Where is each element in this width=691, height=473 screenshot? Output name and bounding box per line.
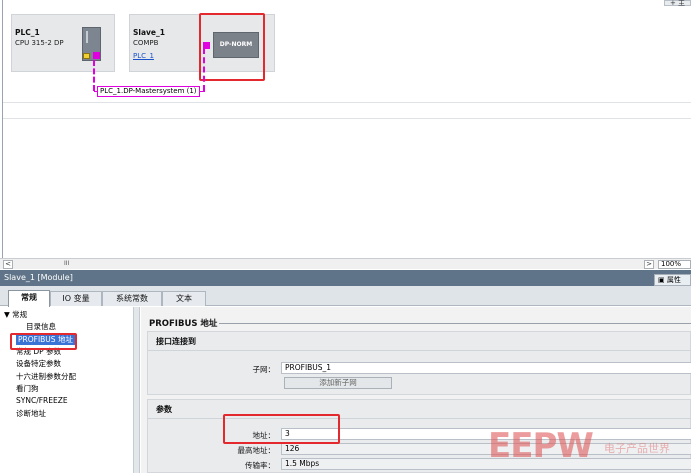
top-right-button[interactable]: + 主	[664, 0, 691, 7]
baud-rate-field: 1.5 Mbps	[281, 458, 691, 470]
properties-label: 属性	[666, 276, 681, 284]
grid-line	[3, 118, 691, 119]
navigation-tree: ▼ 常规 目录信息 PROFIBUS 地址 常规 DP 参数 设备特定参数 十六…	[0, 307, 134, 473]
slave-name: Slave_1	[133, 28, 165, 37]
zoom-select[interactable]: 100%	[658, 260, 691, 269]
mpi-port-icon[interactable]	[83, 53, 90, 59]
tree-item-device-params[interactable]: 设备特定参数	[16, 359, 61, 369]
tree-item-hex-params[interactable]: 十六进制参数分配	[16, 372, 76, 382]
inspector-title: Slave_1 [Module]	[0, 270, 691, 286]
slave-highlight-box	[199, 13, 265, 81]
bus-line-slave	[203, 48, 205, 91]
slave-master-link[interactable]: PLC_1	[133, 52, 154, 60]
tree-scrollbar[interactable]	[134, 307, 140, 473]
dp-master-system-label[interactable]: PLC_1.DP-Mastersystem (1)	[97, 86, 200, 97]
dp-port-icon[interactable]	[93, 52, 100, 59]
add-subnet-button[interactable]: 添加新子网	[284, 377, 392, 389]
tree-item-diag-address[interactable]: 诊断地址	[16, 409, 46, 419]
baud-rate-label: 传输率：	[245, 461, 275, 470]
properties-icon: ▣	[658, 276, 667, 284]
scroll-right-arrow[interactable]: >	[644, 260, 654, 269]
subnet-select[interactable]: PROFIBUS_1	[281, 362, 691, 374]
tab-texts[interactable]: 文本	[162, 291, 206, 306]
grid-line	[3, 102, 691, 103]
properties-tab-button[interactable]: ▣ 属性	[654, 274, 691, 286]
network-view[interactable]: + 主 PLC_1 CPU 315-2 DP Slave_1 COMPB PLC…	[0, 0, 691, 258]
address-highlight-box	[223, 414, 340, 444]
eepw-watermark-logo: EEPW	[488, 426, 594, 466]
tab-general[interactable]: 常规	[8, 290, 50, 307]
section-title: PROFIBUS 地址	[149, 319, 218, 329]
plc-name: PLC_1	[15, 28, 40, 37]
tree-root-general[interactable]: ▼ 常规	[4, 310, 27, 320]
scroll-thumb-grip[interactable]: III	[64, 260, 69, 267]
section-divider	[219, 323, 691, 324]
plc-type: CPU 315-2 DP	[15, 39, 64, 47]
scroll-left-arrow[interactable]: <	[3, 260, 13, 269]
slave-type: COMPB	[133, 39, 159, 47]
tree-item-catalog[interactable]: 目录信息	[26, 322, 56, 332]
address-input[interactable]: 3	[281, 428, 691, 440]
max-address-label: 最高地址：	[237, 446, 276, 455]
eepw-watermark-tagline: 电子产品世界	[604, 442, 670, 455]
parameters-title: 参数	[156, 405, 172, 414]
tree-item-sync-freeze[interactable]: SYNC/FREEZE	[16, 396, 68, 406]
tab-system-constants[interactable]: 系统常数	[102, 291, 162, 306]
interface-panel: 接口连接到 子网： PROFIBUS_1 添加新子网	[147, 331, 691, 395]
horizontal-scrollbar[interactable]: < III > 100%	[0, 258, 691, 269]
subnet-label: 子网：	[252, 365, 276, 374]
tree-item-watchdog[interactable]: 看门狗	[16, 384, 39, 394]
tree-highlight-box	[10, 333, 77, 350]
bus-line-plc	[93, 60, 95, 91]
interface-title: 接口连接到	[156, 337, 196, 346]
panel-divider	[148, 350, 691, 351]
plc-device[interactable]: PLC_1 CPU 315-2 DP	[11, 14, 115, 72]
view-border	[2, 0, 3, 258]
tab-io-tags[interactable]: IO 变量	[50, 291, 102, 306]
